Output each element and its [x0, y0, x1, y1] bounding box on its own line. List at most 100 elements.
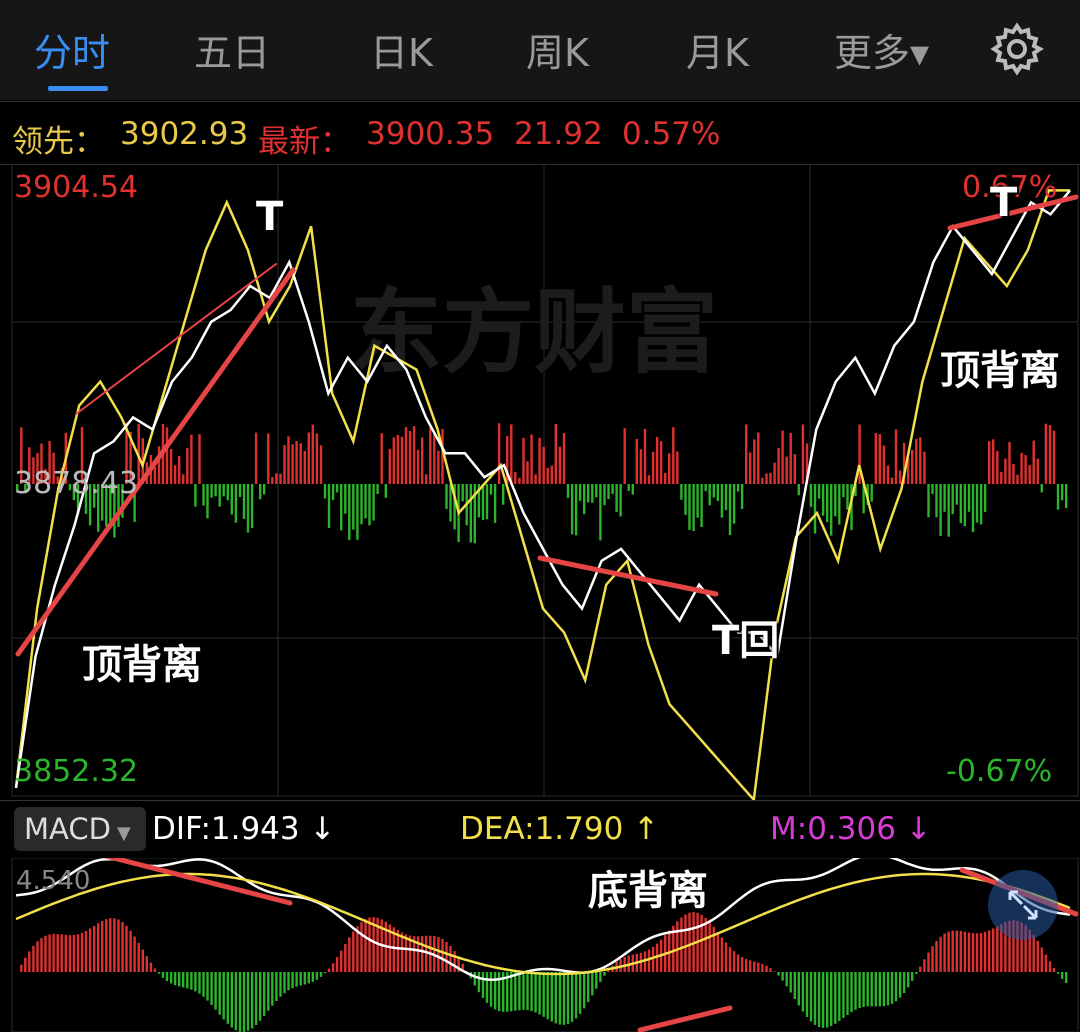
- dif-value: DIF:1.943 ↓: [152, 811, 336, 847]
- volume-bar: [388, 448, 391, 484]
- volume-bar: [510, 424, 513, 484]
- volume-bar: [809, 484, 813, 507]
- volume-bar: [643, 428, 647, 484]
- volume-bar: [874, 433, 877, 484]
- volume-bar: [672, 427, 675, 484]
- leader-label: 领先：: [12, 124, 105, 160]
- volume-bar: [591, 484, 594, 503]
- intraday-chart[interactable]: 东方财富: [0, 164, 1080, 800]
- volume-bar: [639, 449, 643, 484]
- macd-bar: [121, 922, 124, 972]
- macd-bar: [558, 972, 562, 1025]
- volume-bar: [988, 441, 991, 484]
- macd-bar: [915, 972, 918, 974]
- macd-bar: [846, 972, 849, 1015]
- macd-bar: [441, 939, 444, 972]
- macd-bar: [307, 972, 310, 984]
- volume-bar: [518, 477, 521, 484]
- volume-bar: [971, 484, 975, 533]
- tab-more[interactable]: 更多▾: [834, 22, 929, 77]
- macd-bar: [20, 964, 23, 972]
- volume-bar: [773, 462, 776, 484]
- tab-five-day[interactable]: 五日: [194, 22, 270, 77]
- macd-bar: [911, 972, 914, 981]
- macd-bar: [222, 972, 225, 1020]
- macd-bar: [716, 932, 719, 972]
- macd-bar: [161, 972, 165, 978]
- macd-bar: [283, 972, 286, 994]
- macd-bar: [303, 972, 306, 985]
- volume-bar: [279, 473, 282, 484]
- macd-bar: [680, 917, 683, 972]
- volume-bar: [963, 484, 967, 527]
- volume-bar: [198, 434, 201, 484]
- volume-bar: [526, 461, 529, 484]
- macd-bar: [935, 941, 938, 972]
- volume-bar: [1052, 430, 1056, 484]
- macd-bar: [797, 972, 800, 1006]
- volume-bar: [372, 484, 375, 521]
- volume-bar: [259, 484, 262, 500]
- macd-bar: [534, 972, 537, 1013]
- volume-bar: [712, 484, 715, 498]
- volume-bar: [214, 484, 217, 497]
- volume-bar: [1016, 474, 1019, 484]
- macd-bar: [218, 972, 221, 1015]
- macd-bar: [894, 972, 898, 1002]
- macd-bar: [676, 921, 679, 972]
- macd-bar: [76, 934, 80, 972]
- macd-bar: [226, 972, 229, 1024]
- macd-bar: [481, 972, 485, 998]
- volume-bar: [311, 424, 314, 484]
- tab-daily-k[interactable]: 日K: [370, 22, 433, 77]
- macd-bar: [404, 934, 408, 972]
- indicator-select[interactable]: MACD ▼: [14, 807, 146, 851]
- volume-bar: [842, 484, 845, 498]
- macd-chart[interactable]: [0, 858, 1080, 1032]
- macd-bar: [254, 972, 258, 1025]
- volume-bar: [834, 484, 837, 517]
- macd-bar: [514, 972, 517, 1011]
- volume-bar: [781, 430, 784, 484]
- macd-bar: [817, 972, 821, 1027]
- macd-bar: [862, 972, 865, 1007]
- volume-bar: [749, 452, 752, 484]
- macd-bar: [939, 936, 942, 972]
- tab-intraday[interactable]: 分时: [34, 22, 110, 77]
- volume-bar: [546, 467, 549, 484]
- macd-bar: [279, 972, 282, 997]
- volume-bar: [688, 484, 691, 530]
- macd-bar: [182, 972, 185, 988]
- macd-bar: [801, 972, 805, 1012]
- volume-bar: [955, 484, 958, 505]
- volume-bar: [275, 473, 278, 484]
- macd-bar: [364, 919, 367, 972]
- macd-bar: [117, 919, 120, 972]
- volume-bar: [821, 484, 825, 516]
- volume-bar: [996, 451, 999, 484]
- volume-bar: [757, 432, 760, 484]
- macd-bar: [206, 972, 209, 1001]
- macd-bar: [125, 925, 128, 972]
- gear-icon[interactable]: [990, 22, 1044, 76]
- macd-bar: [425, 935, 428, 972]
- macd-bar: [530, 972, 533, 1011]
- macd-bar: [340, 950, 343, 972]
- macd-bar: [866, 972, 869, 1007]
- macd-bar: [907, 972, 910, 988]
- expand-arrows-icon[interactable]: [988, 870, 1058, 940]
- volume-bar: [315, 433, 319, 484]
- volume-bar: [1008, 442, 1011, 484]
- macd-bar: [919, 966, 922, 972]
- volume-bar: [983, 484, 987, 512]
- macd-bar: [72, 934, 76, 972]
- volume-bar: [830, 484, 833, 536]
- volume-bar: [182, 474, 185, 484]
- macd-bar: [708, 922, 711, 972]
- annotation-t-back: T回: [712, 618, 780, 664]
- tab-monthly-k[interactable]: 月K: [686, 22, 749, 77]
- volume-bar: [190, 434, 193, 484]
- macd-bar: [149, 962, 153, 972]
- tab-weekly-k[interactable]: 周K: [526, 22, 589, 77]
- volume-bar: [716, 484, 719, 501]
